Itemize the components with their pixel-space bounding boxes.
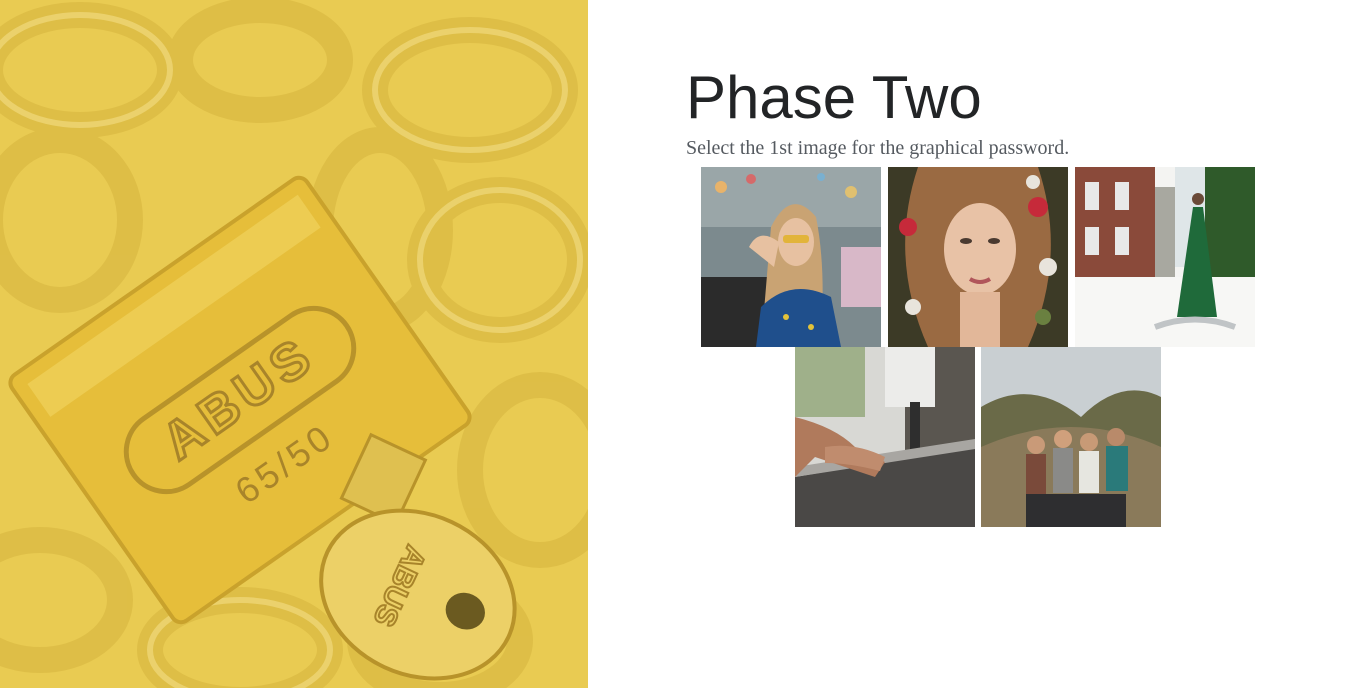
phase-panel: Phase Two Select the 1st image for the g…: [686, 62, 1286, 160]
image-choice-5[interactable]: [981, 347, 1161, 527]
instruction-text: Select the 1st image for the graphical p…: [686, 137, 1070, 159]
image-choice-1[interactable]: [701, 167, 881, 347]
page-title: Phase Two: [686, 64, 982, 131]
image-choice-2[interactable]: [888, 167, 1068, 347]
hero-lock-image: ABUS 65/50 ABUS: [0, 0, 588, 688]
image-choice-3[interactable]: [1075, 167, 1255, 347]
image-choice-4[interactable]: [795, 347, 975, 527]
